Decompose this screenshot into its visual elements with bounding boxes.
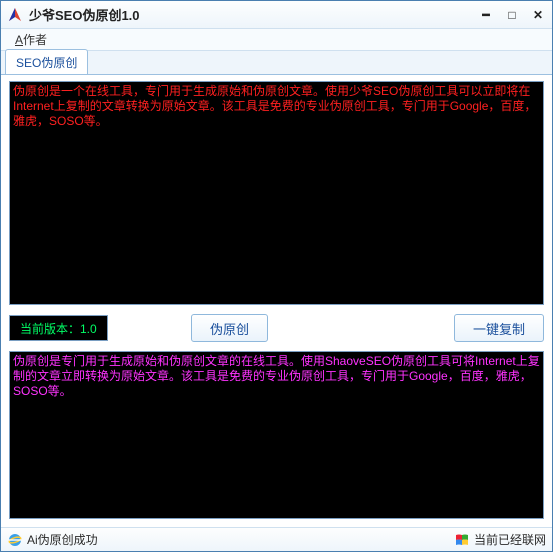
tab-seo-label: SEO伪原创 [16, 56, 77, 70]
pseudo-button-label: 伪原创 [210, 319, 249, 338]
tab-seo[interactable]: SEO伪原创 [5, 49, 88, 74]
menu-author-label: 作者 [23, 33, 47, 47]
titlebar: 少爷SEO伪原创1.0 ━ □ ✕ [1, 1, 552, 29]
control-row: 当前版本：1.0 伪原创 一键复制 [9, 311, 544, 345]
statusbar: Ai伪原创成功 当前已经联网 [1, 527, 552, 551]
status-left: Ai伪原创成功 [7, 531, 98, 548]
version-label: 当前版本：1.0 [20, 320, 97, 337]
pseudo-button[interactable]: 伪原创 [191, 314, 268, 342]
status-left-text: Ai伪原创成功 [27, 531, 98, 548]
input-textarea[interactable]: 伪原创是一个在线工具，专门用于生成原始和伪原创文章。使用少爷SEO伪原创工具可以… [9, 81, 544, 305]
windows-flag-icon [454, 532, 470, 548]
window-controls: ━ □ ✕ [478, 8, 546, 22]
tabbar: SEO伪原创 [1, 51, 552, 75]
copy-button[interactable]: 一键复制 [454, 314, 544, 342]
menu-author-accel: A [15, 33, 23, 47]
app-window: 少爷SEO伪原创1.0 ━ □ ✕ A作者 SEO伪原创 伪原创是一个在线工具，… [0, 0, 553, 552]
status-right: 当前已经联网 [454, 531, 546, 548]
ie-icon [7, 532, 23, 548]
content-area: 伪原创是一个在线工具，专门用于生成原始和伪原创文章。使用少爷SEO伪原创工具可以… [1, 75, 552, 527]
app-logo-icon [7, 7, 23, 23]
menu-author[interactable]: A作者 [7, 29, 55, 50]
maximize-button[interactable]: □ [504, 8, 520, 22]
version-badge: 当前版本：1.0 [9, 315, 108, 341]
menubar: A作者 [1, 29, 552, 51]
copy-button-label: 一键复制 [473, 319, 525, 338]
window-title: 少爷SEO伪原创1.0 [29, 5, 478, 24]
close-button[interactable]: ✕ [530, 8, 546, 22]
status-right-text: 当前已经联网 [474, 531, 546, 548]
minimize-button[interactable]: ━ [478, 8, 494, 22]
output-textarea[interactable]: 伪原创是专门用于生成原始和伪原创文章的在线工具。使用ShaoveSEO伪原创工具… [9, 351, 544, 519]
